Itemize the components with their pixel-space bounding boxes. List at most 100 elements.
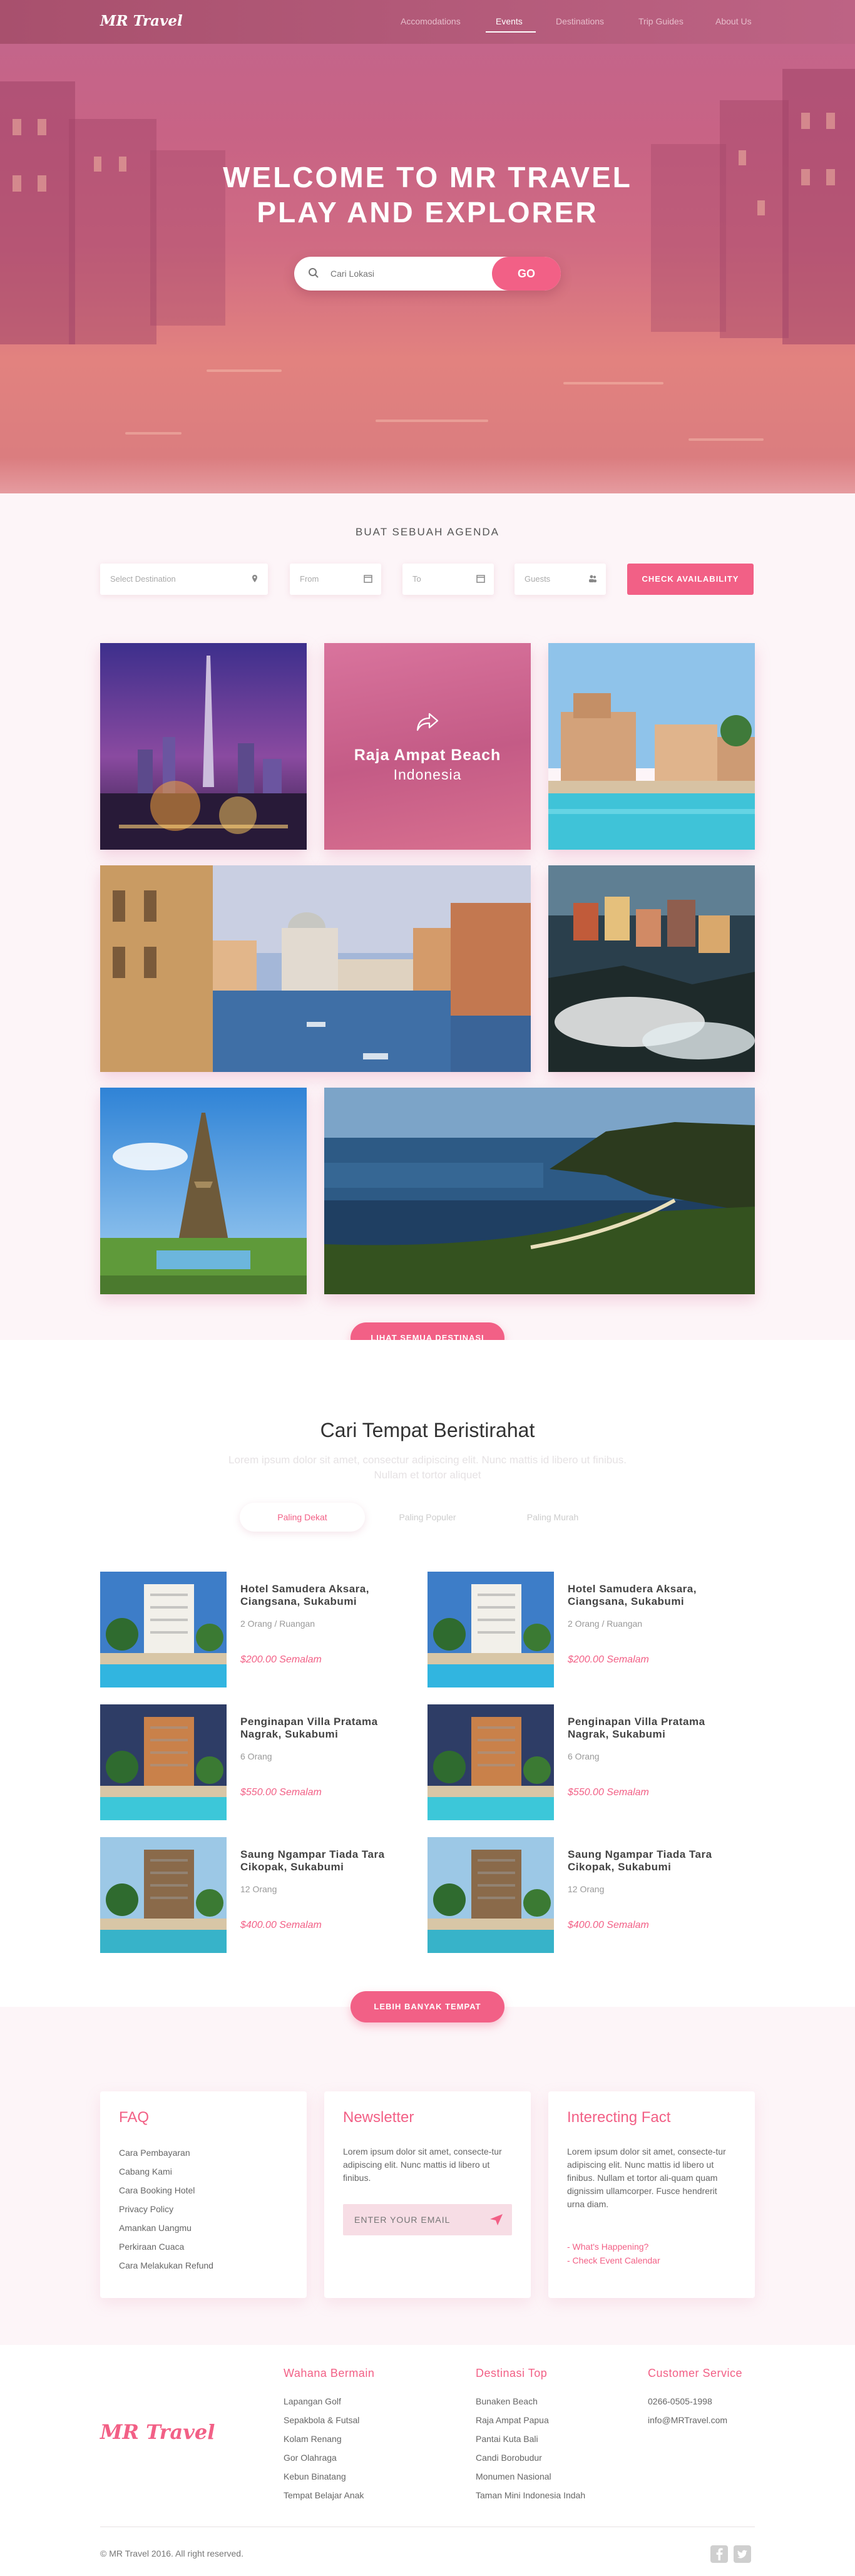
faq-link[interactable]: Cara Pembayaran: [119, 2148, 190, 2158]
fact-text: Lorem ipsum dolor sit amet, consecte-tur…: [567, 2146, 726, 2209]
copyright: © MR Travel 2016. All right reserved.: [100, 2548, 243, 2558]
location-search-input[interactable]: [329, 265, 479, 282]
footer-link[interactable]: Bunaken Beach: [476, 2396, 538, 2406]
faq-title: FAQ: [119, 2109, 150, 2126]
newsletter-email-input[interactable]: [353, 2212, 478, 2228]
featured-destination-name: Raja Ampat Beach: [354, 746, 501, 764]
hotel-name[interactable]: Saung Ngampar Tiada Tara Cikopak, Sukabu…: [240, 1848, 391, 1873]
destination-tile-venice[interactable]: [100, 865, 531, 1072]
coast-village-image: [548, 865, 755, 1072]
faq-link[interactable]: Privacy Policy: [119, 2204, 173, 2214]
nav-destinations[interactable]: Destinations: [556, 16, 604, 26]
hotel-capacity: 2 Orang / Ruangan: [568, 1619, 643, 1629]
newsletter-form: [343, 2204, 512, 2235]
hotel-image[interactable]: [427, 1837, 554, 1953]
destination-tile-bay[interactable]: [324, 1088, 755, 1294]
hotel-capacity: 12 Orang: [240, 1884, 277, 1894]
to-date-field[interactable]: To: [402, 564, 494, 595]
hotel-image[interactable]: [100, 1572, 227, 1687]
fact-link-whats-happening[interactable]: - What's Happening?: [567, 2242, 648, 2252]
destination-tile-paris[interactable]: [100, 1088, 307, 1294]
footer-col2-title: Destinasi Top: [476, 2367, 548, 2379]
from-label: From: [300, 574, 319, 584]
destination-placeholder: Select Destination: [110, 574, 176, 584]
footer-link[interactable]: Kolam Renang: [284, 2434, 342, 2444]
search-go-button[interactable]: GO: [492, 257, 561, 291]
footer-link[interactable]: Sepakbola & Futsal: [284, 2415, 359, 2425]
nav-about-us[interactable]: About Us: [715, 16, 752, 26]
destination-tile-dubai[interactable]: [100, 643, 307, 850]
footer-link[interactable]: Raja Ampat Papua: [476, 2415, 549, 2425]
hotel-capacity: 12 Orang: [568, 1884, 605, 1894]
hotel-image[interactable]: [427, 1704, 554, 1820]
footer-link[interactable]: Monumen Nasional: [476, 2471, 551, 2481]
fact-title: Interecting Fact: [567, 2109, 671, 2126]
footer-email[interactable]: info@MRTravel.com: [648, 2415, 727, 2425]
faq-link[interactable]: Perkiraan Cuaca: [119, 2242, 184, 2252]
hotel-capacity: 6 Orang: [240, 1751, 272, 1761]
from-date-field[interactable]: From: [290, 564, 381, 595]
footer-link[interactable]: Lapangan Golf: [284, 2396, 341, 2406]
agenda-title: BUAT SEBUAH AGENDA: [356, 526, 499, 538]
faq-link[interactable]: Cara Booking Hotel: [119, 2185, 195, 2195]
faq-link[interactable]: Amankan Uangmu: [119, 2223, 192, 2233]
destination-tile-raja-ampat[interactable]: Raja Ampat Beach Indonesia: [324, 643, 531, 850]
newsletter-text: Lorem ipsum dolor sit amet, consecte-tur…: [343, 2146, 502, 2183]
calendar-icon: [476, 575, 485, 583]
hero-banner: WELCOME TO MR TRAVEL PLAY AND EXPLORER G…: [0, 44, 855, 493]
destination-tile-coast-village[interactable]: [548, 865, 755, 1072]
faq-card: FAQ Cara Pembayaran Cabang Kami Cara Boo…: [100, 2091, 307, 2298]
footer-link[interactable]: Kebun Binatang: [284, 2471, 346, 2481]
guests-icon: [589, 575, 596, 582]
newsletter-card: Newsletter Lorem ipsum dolor sit amet, c…: [324, 2091, 531, 2298]
hotel-image[interactable]: [427, 1572, 554, 1687]
footer-link[interactable]: Pantai Kuta Bali: [476, 2434, 538, 2444]
hotel-image[interactable]: [100, 1837, 227, 1953]
dubai-image: [100, 643, 307, 850]
paris-image: [100, 1088, 307, 1294]
lodging-title: Cari Tempat Beristirahat: [320, 1419, 535, 1441]
to-label: To: [412, 574, 421, 584]
fact-card: Interecting Fact Lorem ipsum dolor sit a…: [548, 2091, 755, 2298]
search-icon: [309, 268, 319, 278]
hero-title-line2: PLAY AND EXPLORER: [257, 196, 598, 229]
facebook-icon[interactable]: [710, 2545, 728, 2563]
hotel-price: $550.00 Semalam: [568, 1787, 649, 1798]
hotel-price: $400.00 Semalam: [240, 1920, 322, 1930]
featured-destination-country: Indonesia: [393, 766, 462, 783]
nav-trip-guides[interactable]: Trip Guides: [638, 16, 683, 26]
nav-events[interactable]: Events: [496, 16, 523, 26]
tab-paling-murah[interactable]: Paling Murah: [490, 1503, 615, 1532]
hotel-name[interactable]: Hotel Samudera Aksara, Ciangsana, Sukabu…: [568, 1583, 718, 1608]
footer-link[interactable]: Candi Borobudur: [476, 2453, 542, 2463]
faq-link[interactable]: Cabang Kami: [119, 2166, 172, 2177]
footer-link[interactable]: Gor Olahraga: [284, 2453, 337, 2463]
footer-phone[interactable]: 0266-0505-1998: [648, 2396, 712, 2406]
guests-label: Guests: [525, 574, 551, 584]
hotel-capacity: 2 Orang / Ruangan: [240, 1619, 315, 1629]
guests-field[interactable]: Guests: [515, 564, 606, 595]
more-places-button[interactable]: LEBIH BANYAK TEMPAT: [351, 1991, 504, 2022]
hotel-name[interactable]: Penginapan Villa Pratama Nagrak, Sukabum…: [568, 1716, 718, 1741]
hotel-name[interactable]: Hotel Samudera Aksara, Ciangsana, Sukabu…: [240, 1583, 391, 1608]
faq-link[interactable]: Cara Melakukan Refund: [119, 2260, 213, 2270]
footer-link[interactable]: Tempat Belajar Anak: [284, 2490, 364, 2500]
hotel-name[interactable]: Penginapan Villa Pratama Nagrak, Sukabum…: [240, 1716, 391, 1741]
tab-paling-populer[interactable]: Paling Populer: [365, 1503, 490, 1532]
twitter-icon[interactable]: [734, 2545, 751, 2563]
hotel-name[interactable]: Saung Ngampar Tiada Tara Cikopak, Sukabu…: [568, 1848, 718, 1873]
newsletter-title: Newsletter: [343, 2109, 414, 2126]
top-navbar: MR Travel Accomodations Events Destinati…: [0, 0, 855, 44]
check-availability-button[interactable]: CHECK AVAILABILITY: [627, 564, 754, 595]
footer-link[interactable]: Taman Mini Indonesia Indah: [476, 2490, 585, 2500]
send-icon[interactable]: [489, 2213, 503, 2226]
destination-select[interactable]: Select Destination: [100, 564, 268, 595]
hero-title-line1: WELCOME TO MR TRAVEL: [223, 161, 632, 193]
footer-logo[interactable]: MR Travel: [100, 2420, 215, 2444]
fact-link-event-calendar[interactable]: - Check Event Calendar: [567, 2255, 660, 2265]
tab-paling-dekat[interactable]: Paling Dekat: [240, 1503, 365, 1532]
hotel-image[interactable]: [100, 1704, 227, 1820]
site-logo[interactable]: MR Travel: [100, 13, 183, 29]
nav-accomodations[interactable]: Accomodations: [401, 16, 461, 26]
destination-tile-resort[interactable]: [548, 643, 755, 850]
